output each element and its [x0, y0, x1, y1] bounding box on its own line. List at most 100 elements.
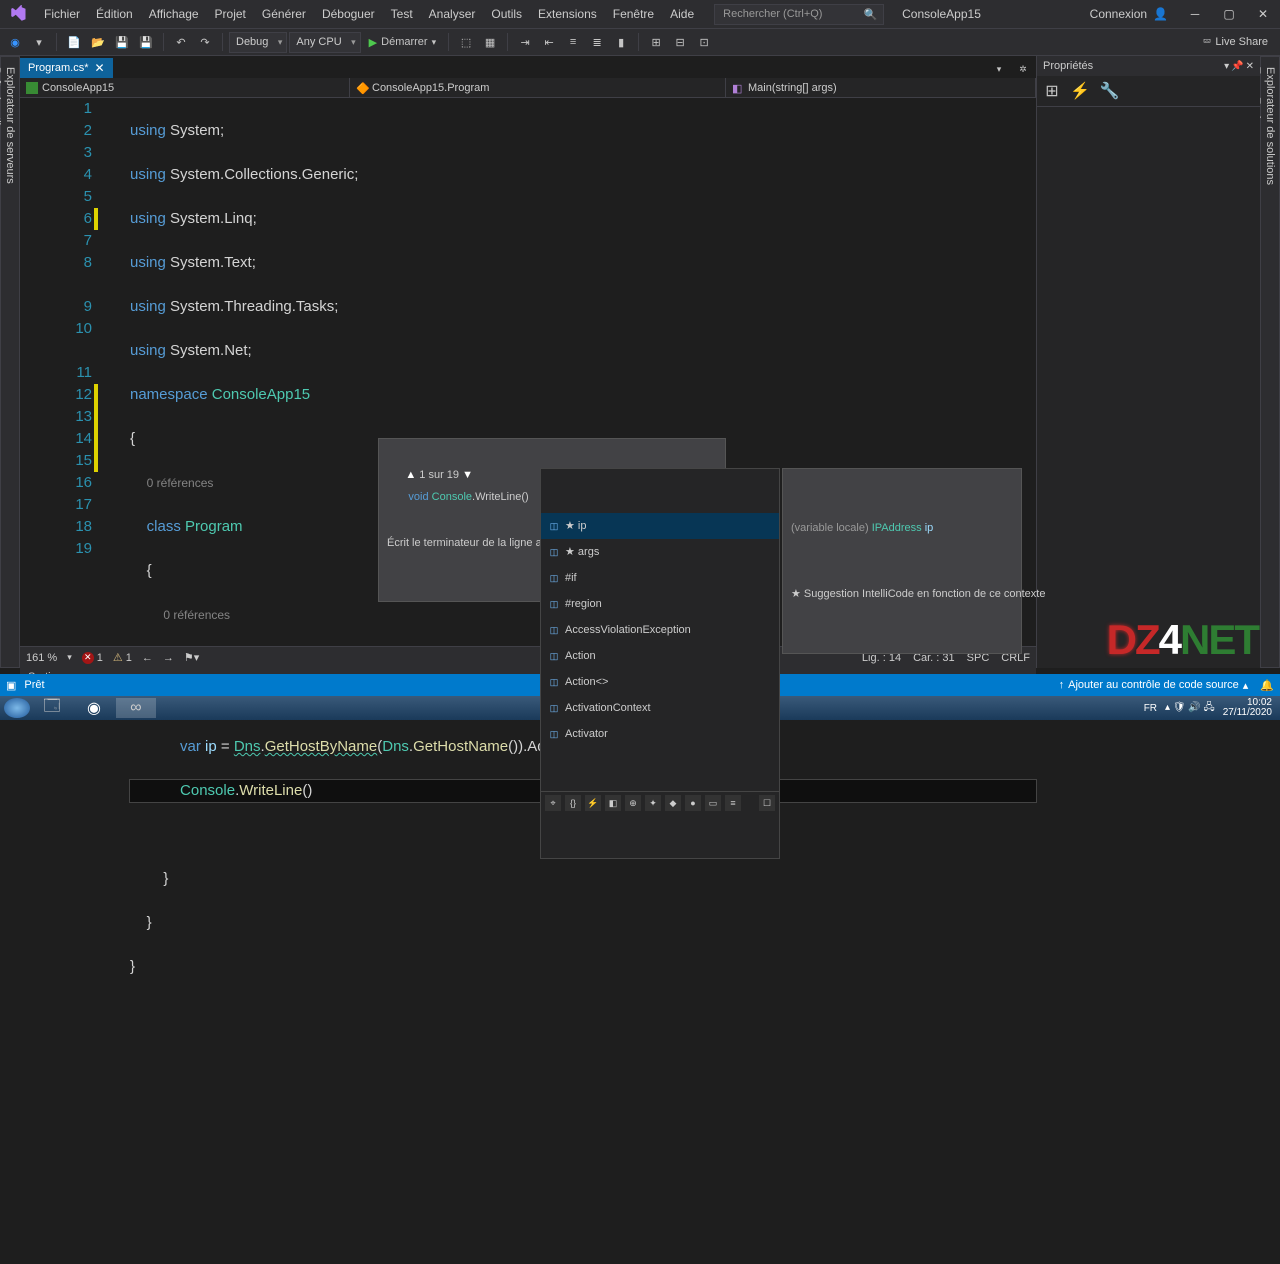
plus-icon: ↑ [1059, 679, 1065, 691]
minimize-button[interactable]: ─ [1178, 1, 1212, 27]
intellisense-item[interactable]: ◫★ ip [541, 513, 779, 539]
intellisense-item[interactable]: ◫Action [541, 643, 779, 669]
lang-indicator[interactable]: FR [1144, 703, 1157, 714]
tool-icon[interactable]: ▮ [610, 31, 632, 53]
rail-tab[interactable]: Explorateur de solutions [1263, 63, 1277, 657]
menu-fichier[interactable]: Fichier [36, 0, 88, 28]
tool-icon[interactable]: ≡ [562, 31, 584, 53]
forward-button[interactable]: ▾ [28, 31, 50, 53]
rail-tab[interactable]: Explorateur de serveurs [3, 63, 17, 657]
menu-déboguer[interactable]: Déboguer [314, 0, 383, 28]
csharp-icon [26, 82, 38, 94]
props-tool-button[interactable]: 🔧 [1097, 80, 1123, 102]
vs-logo-icon [6, 2, 30, 26]
tool-icon[interactable]: ⬚ [455, 31, 477, 53]
tab-menu-button[interactable]: ▾ [988, 60, 1010, 78]
tool-icon[interactable]: ▦ [479, 31, 501, 53]
taskbar-explorer[interactable]: 🗔 [32, 698, 72, 718]
menu-générer[interactable]: Générer [254, 0, 314, 28]
zoom-level[interactable]: 161 % [26, 652, 57, 664]
code-editor[interactable]: 12345678 910 111213141516171819 using Sy… [20, 98, 1036, 646]
properties-title: Propriétés [1043, 60, 1093, 72]
props-az-button[interactable]: ⚡ [1067, 80, 1093, 102]
rail-tab[interactable]: Boîte à outils [0, 63, 3, 657]
save-button[interactable]: 💾 [111, 31, 133, 53]
notifications-icon[interactable]: 🔔 [1260, 679, 1274, 692]
nav-class[interactable]: 🔶 ConsoleApp15.Program [350, 78, 726, 97]
menu-extensions[interactable]: Extensions [530, 0, 605, 28]
close-icon[interactable]: ✕ [95, 61, 105, 75]
tool-icon[interactable]: ⇤ [538, 31, 560, 53]
config-dropdown[interactable]: Debug [229, 32, 287, 53]
intellisense-popup[interactable]: ◫★ ip◫★ args◫#if◫#region◫AccessViolation… [540, 468, 780, 859]
status-icon: ▣ [6, 679, 16, 692]
taskbar-chrome[interactable]: ◉ [74, 698, 114, 718]
menu-édition[interactable]: Édition [88, 0, 141, 28]
properties-panel: Propriétés ▾ 📌 ✕ ⊞ ⚡ 🔧 [1036, 56, 1260, 668]
liveshare-button[interactable]: ⮹ Live Share [1195, 36, 1276, 49]
app-title: ConsoleApp15 [902, 7, 981, 21]
intellisense-item[interactable]: ◫AccessViolationException [541, 617, 779, 643]
redo-button[interactable]: ↷ [194, 31, 216, 53]
tab-settings-button[interactable]: ✲ [1012, 60, 1034, 78]
tool-icon[interactable]: ⊟ [669, 31, 691, 53]
tool-icon[interactable]: ⇥ [514, 31, 536, 53]
tool-icon[interactable]: ≣ [586, 31, 608, 53]
menu-projet[interactable]: Projet [207, 0, 254, 28]
error-count[interactable]: ✕1 [82, 652, 103, 664]
signin-button[interactable]: Connexion 👤 [1080, 7, 1178, 21]
code-nav-bar: ConsoleApp15 🔶 ConsoleApp15.Program ◧ Ma… [20, 78, 1036, 98]
back-button[interactable]: ◉ [4, 31, 26, 53]
tray-icons[interactable]: ▴ 🛡 🔊 🖧 [1165, 700, 1215, 717]
menu-fenêtre[interactable]: Fenêtre [605, 0, 662, 28]
nav-method[interactable]: ◧ Main(string[] args) [726, 78, 1036, 97]
search-icon: 🔍 [863, 8, 877, 21]
start-button[interactable] [4, 698, 30, 718]
document-tabs: Program.cs* ✕ ▾ ✲ [20, 56, 1036, 78]
menu-affichage[interactable]: Affichage [141, 0, 207, 28]
liveshare-icon: ⮹ [1203, 36, 1212, 49]
menu-analyser[interactable]: Analyser [421, 0, 484, 28]
platform-dropdown[interactable]: Any CPU [289, 32, 360, 53]
intellisense-item[interactable]: ◫★ args [541, 539, 779, 565]
new-button[interactable]: 📄 [63, 31, 85, 53]
watermark-logo: DZ4NET [1107, 616, 1258, 664]
dropdown-icon[interactable]: ▾ [1224, 61, 1229, 72]
tab-program-cs[interactable]: Program.cs* ✕ [20, 58, 113, 78]
clock[interactable]: 10:02 27/11/2020 [1223, 698, 1272, 718]
intellisense-filters[interactable]: ⌖{}⚡◧ ⊕✦◆● ▭≡☐ [541, 791, 779, 814]
taskbar-vs[interactable]: ∞ [116, 698, 156, 718]
main-toolbar: ◉ ▾ 📄 📂 💾 💾 ↶ ↷ Debug Any CPU ▶ Démarrer… [0, 28, 1280, 56]
nav-tool[interactable]: ⚑▾ [184, 651, 199, 664]
warning-count[interactable]: ⚠1 [113, 651, 132, 664]
left-rail: Explorateur de serveursBoîte à outils [0, 56, 20, 668]
menu-test[interactable]: Test [383, 0, 421, 28]
intellisense-item[interactable]: ◫#if [541, 565, 779, 591]
source-control-button[interactable]: ↑ Ajouter au contrôle de code source ▴ [1053, 679, 1255, 692]
close-icon[interactable]: ✕ [1246, 61, 1254, 72]
start-button[interactable]: ▶ Démarrer ▾ [363, 31, 442, 53]
pin-icon[interactable]: 📌 [1231, 61, 1243, 72]
nav-fwd[interactable]: → [163, 652, 174, 664]
intellisense-item[interactable]: ◫Action<> [541, 669, 779, 695]
status-ready: Prêt [24, 679, 44, 691]
menu-outils[interactable]: Outils [483, 0, 530, 28]
undo-button[interactable]: ↶ [170, 31, 192, 53]
intellisense-item[interactable]: ◫Activator [541, 721, 779, 747]
menu-aide[interactable]: Aide [662, 0, 702, 28]
title-bar: FichierÉditionAffichageProjetGénérerDébo… [0, 0, 1280, 28]
close-button[interactable]: ✕ [1246, 1, 1280, 27]
saveall-button[interactable]: 💾 [135, 31, 157, 53]
nav-back[interactable]: ← [142, 652, 153, 664]
code-area[interactable]: using System; using System.Collections.G… [120, 98, 1036, 646]
play-icon: ▶ [369, 36, 377, 49]
open-button[interactable]: 📂 [87, 31, 109, 53]
intellisense-item[interactable]: ◫ActivationContext [541, 695, 779, 721]
tool-icon[interactable]: ⊞ [645, 31, 667, 53]
restore-button[interactable]: ▢ [1212, 1, 1246, 27]
props-cat-button[interactable]: ⊞ [1041, 80, 1063, 102]
intellisense-item[interactable]: ◫#region [541, 591, 779, 617]
search-input[interactable]: Rechercher (Ctrl+Q) 🔍 [714, 4, 884, 25]
nav-project[interactable]: ConsoleApp15 [20, 78, 350, 97]
tool-icon[interactable]: ⊡ [693, 31, 715, 53]
